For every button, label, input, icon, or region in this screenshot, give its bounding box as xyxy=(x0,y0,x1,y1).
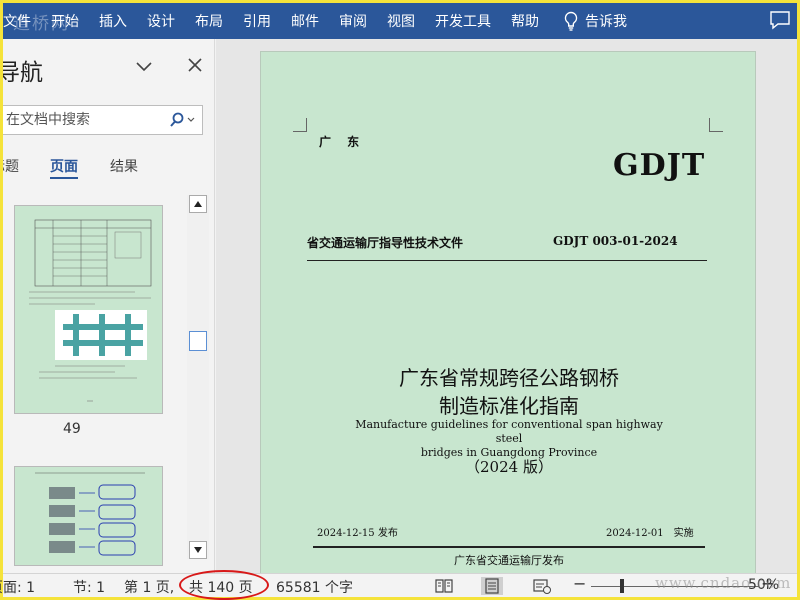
crop-mark xyxy=(293,118,307,132)
nav-pane-title: 导航 xyxy=(3,60,43,86)
tell-me-label: 告诉我 xyxy=(585,14,627,30)
triangle-down-icon xyxy=(194,547,202,553)
doc-title-line: 广东省常规跨径公路钢桥 xyxy=(399,366,619,390)
highlight-ellipse xyxy=(179,570,269,600)
doc-title-english: Manufacture guidelines for conventional … xyxy=(351,418,667,460)
nav-tab-headings[interactable]: 标题 xyxy=(3,156,19,176)
doc-region: 广 东 xyxy=(319,135,366,149)
print-layout-icon[interactable] xyxy=(481,577,503,595)
thumbnail-page-number: 49 xyxy=(63,421,81,437)
nav-tabs: 标题 页面 结果 xyxy=(3,156,214,180)
page-thumbnail-preview xyxy=(29,219,152,402)
tab-design[interactable]: 设计 xyxy=(137,11,185,31)
web-layout-icon[interactable] xyxy=(531,577,553,595)
nav-search-box xyxy=(3,105,203,135)
tab-file[interactable]: 文件 xyxy=(3,11,41,31)
document-canvas[interactable]: 广 东 GDJT 省交通运输厅指导性技术文件 GDJT 003-01-2024 … xyxy=(216,39,797,573)
divider xyxy=(307,260,707,261)
close-icon[interactable] xyxy=(187,57,203,73)
tab-insert[interactable]: 插入 xyxy=(89,11,137,31)
read-mode-icon[interactable] xyxy=(433,577,455,595)
navigation-pane: 导航 标题 页面 结果 xyxy=(3,39,215,573)
tab-help[interactable]: 帮助 xyxy=(501,11,549,31)
implement-date: 2024-12-01 实施 xyxy=(606,528,694,539)
tab-layout[interactable]: 布局 xyxy=(185,11,233,31)
status-word-count[interactable]: 65581 个字 xyxy=(276,577,353,597)
doc-title-line: 制造标准化指南 xyxy=(439,394,579,418)
divider xyxy=(313,546,705,548)
scroll-down-button[interactable] xyxy=(189,541,207,559)
tab-developer[interactable]: 开发工具 xyxy=(425,11,501,31)
doc-code: GDJT xyxy=(613,148,706,183)
doc-title-chinese: 广东省常规跨径公路钢桥 制造标准化指南 xyxy=(261,364,757,420)
doc-title-en-line: Manufacture guidelines for conventional … xyxy=(355,418,663,445)
zoom-level[interactable]: 50% xyxy=(748,577,779,593)
tell-me-box[interactable]: 告诉我 xyxy=(549,11,627,31)
lightbulb-icon xyxy=(563,11,579,31)
tab-view[interactable]: 视图 xyxy=(377,11,425,31)
search-button[interactable] xyxy=(167,111,197,129)
nav-tab-pages[interactable]: 页面 xyxy=(50,156,78,179)
zoom-out-button[interactable]: − xyxy=(573,574,586,593)
nav-tab-results[interactable]: 结果 xyxy=(110,156,138,176)
zoom-slider[interactable] xyxy=(591,586,759,587)
search-icon xyxy=(170,112,195,127)
zoom-slider-thumb[interactable] xyxy=(620,579,624,593)
triangle-up-icon xyxy=(194,201,202,207)
comment-icon[interactable] xyxy=(769,10,791,30)
tab-mailings[interactable]: 邮件 xyxy=(281,11,329,31)
document-page[interactable]: 广 东 GDJT 省交通运输厅指导性技术文件 GDJT 003-01-2024 … xyxy=(260,51,756,573)
page-thumbnail-preview xyxy=(35,472,145,556)
tab-home[interactable]: 开始 xyxy=(41,11,89,31)
tab-review[interactable]: 审阅 xyxy=(329,11,377,31)
doc-publisher: 广东省交通运输厅发布 xyxy=(454,554,564,567)
scrollbar-thumb[interactable] xyxy=(189,331,207,351)
nav-scrollbar[interactable] xyxy=(187,195,209,559)
status-page[interactable]: 页面: 1 xyxy=(0,577,35,597)
status-page-of[interactable]: 第 1 页, xyxy=(124,577,174,597)
doc-type: 省交通运输厅指导性技术文件 xyxy=(307,236,464,250)
crop-mark xyxy=(709,118,723,132)
page-thumbnail[interactable] xyxy=(14,205,163,414)
ribbon-tab-bar: 文件 开始 插入 设计 布局 引用 邮件 审阅 视图 开发工具 帮助 告诉我 道… xyxy=(3,3,797,39)
doc-number: GDJT 003-01-2024 xyxy=(553,234,678,248)
search-input[interactable] xyxy=(3,106,162,134)
tab-references[interactable]: 引用 xyxy=(233,11,281,31)
doc-edition: （2024 版） xyxy=(465,458,553,476)
chevron-down-icon[interactable] xyxy=(135,57,153,75)
issue-date: 2024-12-15 发布 xyxy=(317,528,398,539)
page-thumbnail[interactable] xyxy=(14,466,163,566)
status-bar: 页面: 1 节: 1 第 1 页, 共 140 页 65581 个字 − + 5… xyxy=(0,570,797,600)
scroll-up-button[interactable] xyxy=(189,195,207,213)
status-section[interactable]: 节: 1 xyxy=(73,577,105,597)
